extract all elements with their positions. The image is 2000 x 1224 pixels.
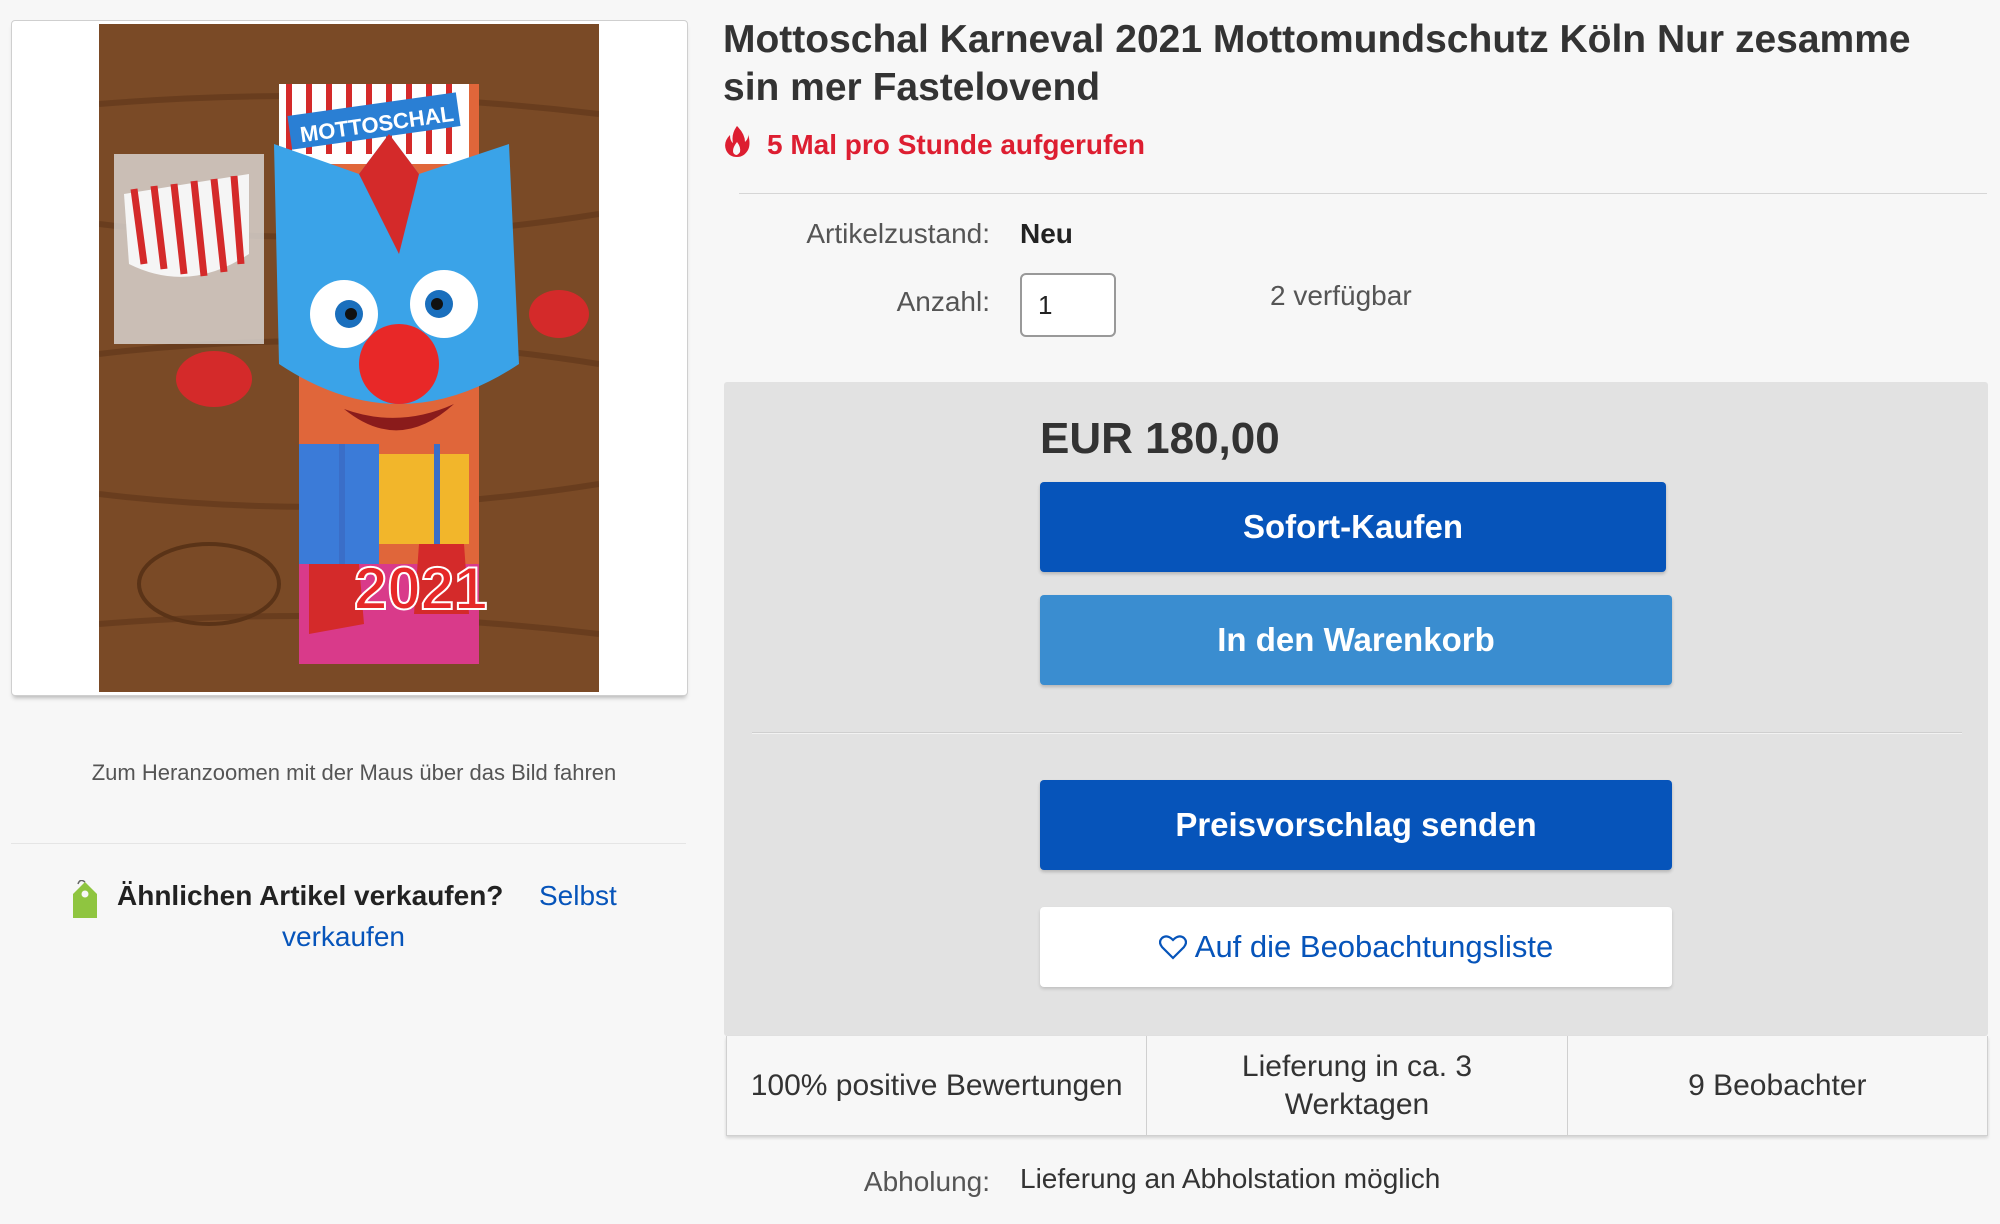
pickup-value: Lieferung an Abholstation möglich [1020,1163,1441,1194]
fire-icon [725,126,750,157]
buy-box-divider [752,732,1962,734]
condition-label: Artikelzustand: [806,218,990,249]
product-photo[interactable]: MOTTOSCHAL 2021 [99,24,599,692]
seller-stats-bar: 100% positive Bewertungen Lieferung in c… [726,1036,1988,1136]
watchers-stat: 9 Beobachter [1688,1068,1867,1102]
title-divider [739,193,1987,194]
price-tag-icon [73,880,97,918]
item-title: Mottoschal Karneval 2021 Mottomundschutz… [723,18,1911,109]
item-price: EUR 180,00 [1040,414,1280,463]
views-per-hour: 5 Mal pro Stunde aufgerufen [767,129,1146,160]
watchlist-label: Auf die Beobachtungsliste [1194,929,1554,964]
buy-now-label: Sofort-Kaufen [1243,508,1463,545]
photo-label-year: 2021 [354,555,487,622]
sell-yourself-link-continued[interactable]: verkaufen [282,921,405,953]
zoom-hint: Zum Heranzoomen mit der Maus über das Bi… [91,760,617,785]
product-image-frame[interactable]: MOTTOSCHAL 2021 [11,20,688,696]
sell-similar-question: Ähnlichen Artikel verkaufen? [117,880,504,911]
add-to-watchlist-button[interactable]: Auf die Beobachtungsliste [1040,907,1672,987]
quantity-label: Anzahl: [896,286,990,317]
feedback-stat: 100% positive Bewertungen [727,1036,1148,1135]
add-to-cart-button[interactable]: In den Warenkorb [1040,595,1672,685]
delivery-stat: Lieferung in ca. 3 Werktagen [1147,1036,1568,1135]
buy-now-button[interactable]: Sofort-Kaufen [1040,482,1666,572]
available-count: 2 verfügbar [1270,280,1412,311]
condition-value: Neu [1020,218,1073,249]
quantity-input[interactable] [1020,273,1116,337]
make-offer-label: Preisvorschlag senden [1175,806,1537,843]
make-offer-button[interactable]: Preisvorschlag senden [1040,780,1672,870]
sell-yourself-link[interactable]: Selbst [539,880,617,912]
delivery-stat-text: Lieferung in ca. 3 Werktagen [1241,1049,1473,1121]
left-divider [11,843,686,844]
pickup-label: Abholung: [863,1166,990,1197]
add-to-cart-label: In den Warenkorb [1217,621,1495,658]
heart-icon [1158,935,1187,960]
